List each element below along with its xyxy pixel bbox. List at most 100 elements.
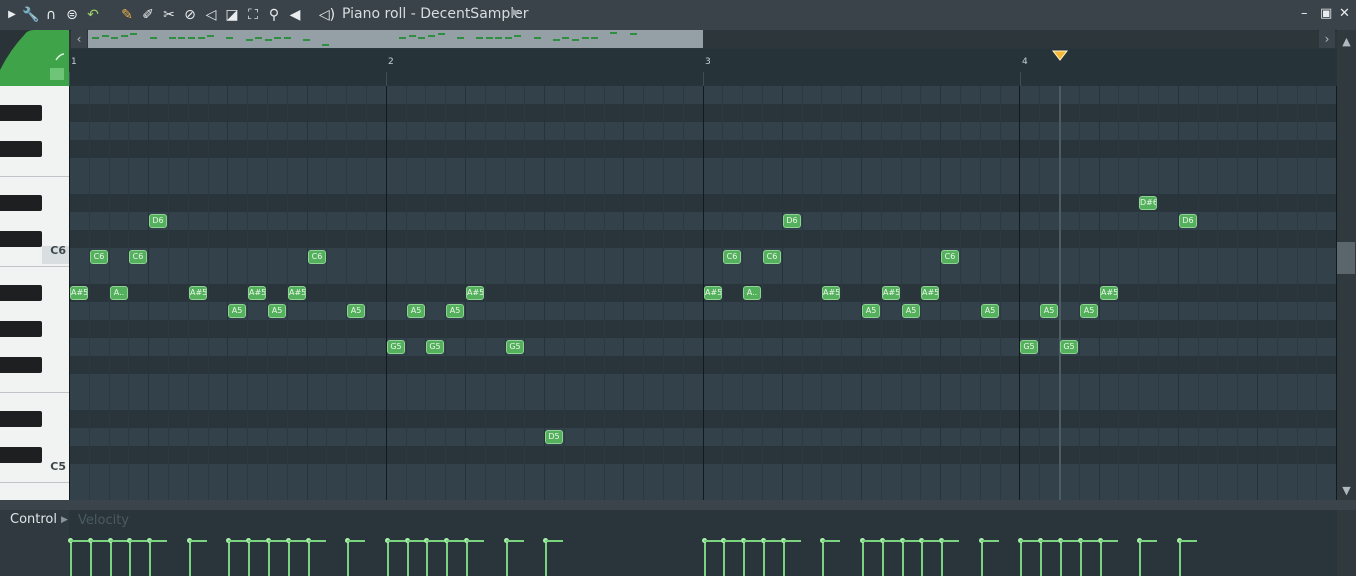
black-key[interactable] [0, 141, 42, 157]
note-as5[interactable]: A#5 [822, 286, 840, 300]
velocity-bar[interactable] [129, 540, 131, 576]
note-c6[interactable]: C6 [308, 250, 326, 264]
note-a5[interactable]: A5 [347, 304, 365, 318]
zoom-icon[interactable]: ⚲ [265, 5, 283, 25]
black-key[interactable] [0, 231, 42, 247]
scroll-right-button[interactable]: › [1319, 30, 1335, 48]
control-scrollbar[interactable] [1337, 510, 1356, 576]
velocity-bar[interactable] [743, 540, 745, 576]
note-as5[interactable]: A#5 [921, 286, 939, 300]
select-icon[interactable]: ⛶ [244, 5, 262, 25]
velocity-bar[interactable] [882, 540, 884, 576]
velocity-bar[interactable] [308, 540, 310, 576]
velocity-bar[interactable] [545, 540, 547, 576]
velocity-bar[interactable] [288, 540, 290, 576]
velocity-bar[interactable] [921, 540, 923, 576]
note-as5[interactable]: A#5 [248, 286, 266, 300]
note-a5[interactable]: A5 [862, 304, 880, 318]
pattern-overview[interactable] [88, 30, 703, 48]
note-as5[interactable]: A.. [743, 286, 761, 300]
note-as5[interactable]: A#5 [466, 286, 484, 300]
velocity-bar[interactable] [1179, 540, 1181, 576]
black-key[interactable] [0, 105, 42, 121]
velocity-bar[interactable] [941, 540, 943, 576]
velocity-bar[interactable] [446, 540, 448, 576]
black-key[interactable] [0, 321, 42, 337]
note-as5[interactable]: A#5 [1100, 286, 1118, 300]
note-a5[interactable]: A5 [981, 304, 999, 318]
note-as5[interactable]: A#5 [704, 286, 722, 300]
slice-icon[interactable]: ◪ [223, 5, 241, 25]
note-c6[interactable]: C6 [763, 250, 781, 264]
note-g5[interactable]: G5 [426, 340, 444, 354]
velocity-bar[interactable] [110, 540, 112, 576]
note-d5[interactable]: D5 [545, 430, 563, 444]
note-as5[interactable]: A#5 [70, 286, 88, 300]
velocity-bar[interactable] [506, 540, 508, 576]
note-a5[interactable]: A5 [1080, 304, 1098, 318]
note-g5[interactable]: G5 [387, 340, 405, 354]
velocity-bar[interactable] [149, 540, 151, 576]
note-ds6[interactable]: D#6 [1139, 196, 1157, 210]
velocity-bar[interactable] [704, 540, 706, 576]
note-d6[interactable]: D6 [783, 214, 801, 228]
menu-arrow-icon[interactable]: ▶ [3, 5, 21, 25]
velocity-bar[interactable] [1139, 540, 1141, 576]
velocity-bar[interactable] [1080, 540, 1082, 576]
note-as5[interactable]: A#5 [882, 286, 900, 300]
black-key[interactable] [0, 285, 42, 301]
panel-splitter[interactable] [0, 500, 1356, 510]
note-g5[interactable]: G5 [1060, 340, 1078, 354]
velocity-bar[interactable] [981, 540, 983, 576]
scroll-up-button[interactable]: ▲ [1338, 34, 1355, 50]
note-d6[interactable]: D6 [1179, 214, 1197, 228]
velocity-bar[interactable] [347, 540, 349, 576]
note-a5[interactable]: A5 [407, 304, 425, 318]
velocity-bar[interactable] [189, 540, 191, 576]
playback-icon[interactable]: ◀ [286, 5, 304, 25]
note-a5[interactable]: A5 [228, 304, 246, 318]
note-g5[interactable]: G5 [1020, 340, 1038, 354]
delete-icon[interactable]: ✂ [160, 5, 178, 25]
note-c6[interactable]: C6 [90, 250, 108, 264]
note-g5[interactable]: G5 [506, 340, 524, 354]
velocity-bar[interactable] [268, 540, 270, 576]
velocity-bar[interactable] [466, 540, 468, 576]
velocity-bar[interactable] [862, 540, 864, 576]
control-arrow-icon[interactable]: ▶ [61, 515, 68, 525]
black-key[interactable] [0, 357, 42, 373]
note-as5[interactable]: A.. [110, 286, 128, 300]
piano-keyboard[interactable]: C6 C5 [0, 86, 69, 500]
pencil-icon[interactable]: ✎ [118, 5, 136, 25]
scroll-left-button[interactable]: ‹ [71, 30, 87, 48]
black-key[interactable] [0, 195, 42, 211]
magnet-icon[interactable]: ∩ [42, 5, 60, 25]
note-c6[interactable]: C6 [941, 250, 959, 264]
velocity-bar[interactable] [763, 540, 765, 576]
velocity-bar[interactable] [1040, 540, 1042, 576]
velocity-bar[interactable] [248, 540, 250, 576]
note-as5[interactable]: A#5 [189, 286, 207, 300]
note-c6[interactable]: C6 [723, 250, 741, 264]
control-label[interactable]: Control [10, 512, 57, 527]
close-button[interactable]: ✕ [1339, 6, 1350, 21]
velocity-bar[interactable] [902, 540, 904, 576]
velocity-bar[interactable] [723, 540, 725, 576]
velocity-bar[interactable] [1020, 540, 1022, 576]
title-arrow-icon[interactable]: ▶ [512, 7, 520, 18]
black-key[interactable] [0, 411, 42, 427]
wrench-icon[interactable]: 🔧 [22, 5, 40, 25]
note-as5[interactable]: A#5 [288, 286, 306, 300]
velocity-bar[interactable] [228, 540, 230, 576]
note-a5[interactable]: A5 [446, 304, 464, 318]
undo-icon[interactable]: ↶ [84, 5, 102, 25]
tool-tab-green[interactable] [0, 30, 69, 86]
speaker-icon[interactable]: ◁) [318, 5, 336, 25]
velocity-bar[interactable] [407, 540, 409, 576]
velocity-bar[interactable] [1100, 540, 1102, 576]
scroll-down-button[interactable]: ▼ [1338, 483, 1355, 499]
vertical-scroll-thumb[interactable] [1337, 242, 1355, 274]
note-a5[interactable]: A5 [1040, 304, 1058, 318]
note-a5[interactable]: A5 [268, 304, 286, 318]
velocity-bar[interactable] [426, 540, 428, 576]
